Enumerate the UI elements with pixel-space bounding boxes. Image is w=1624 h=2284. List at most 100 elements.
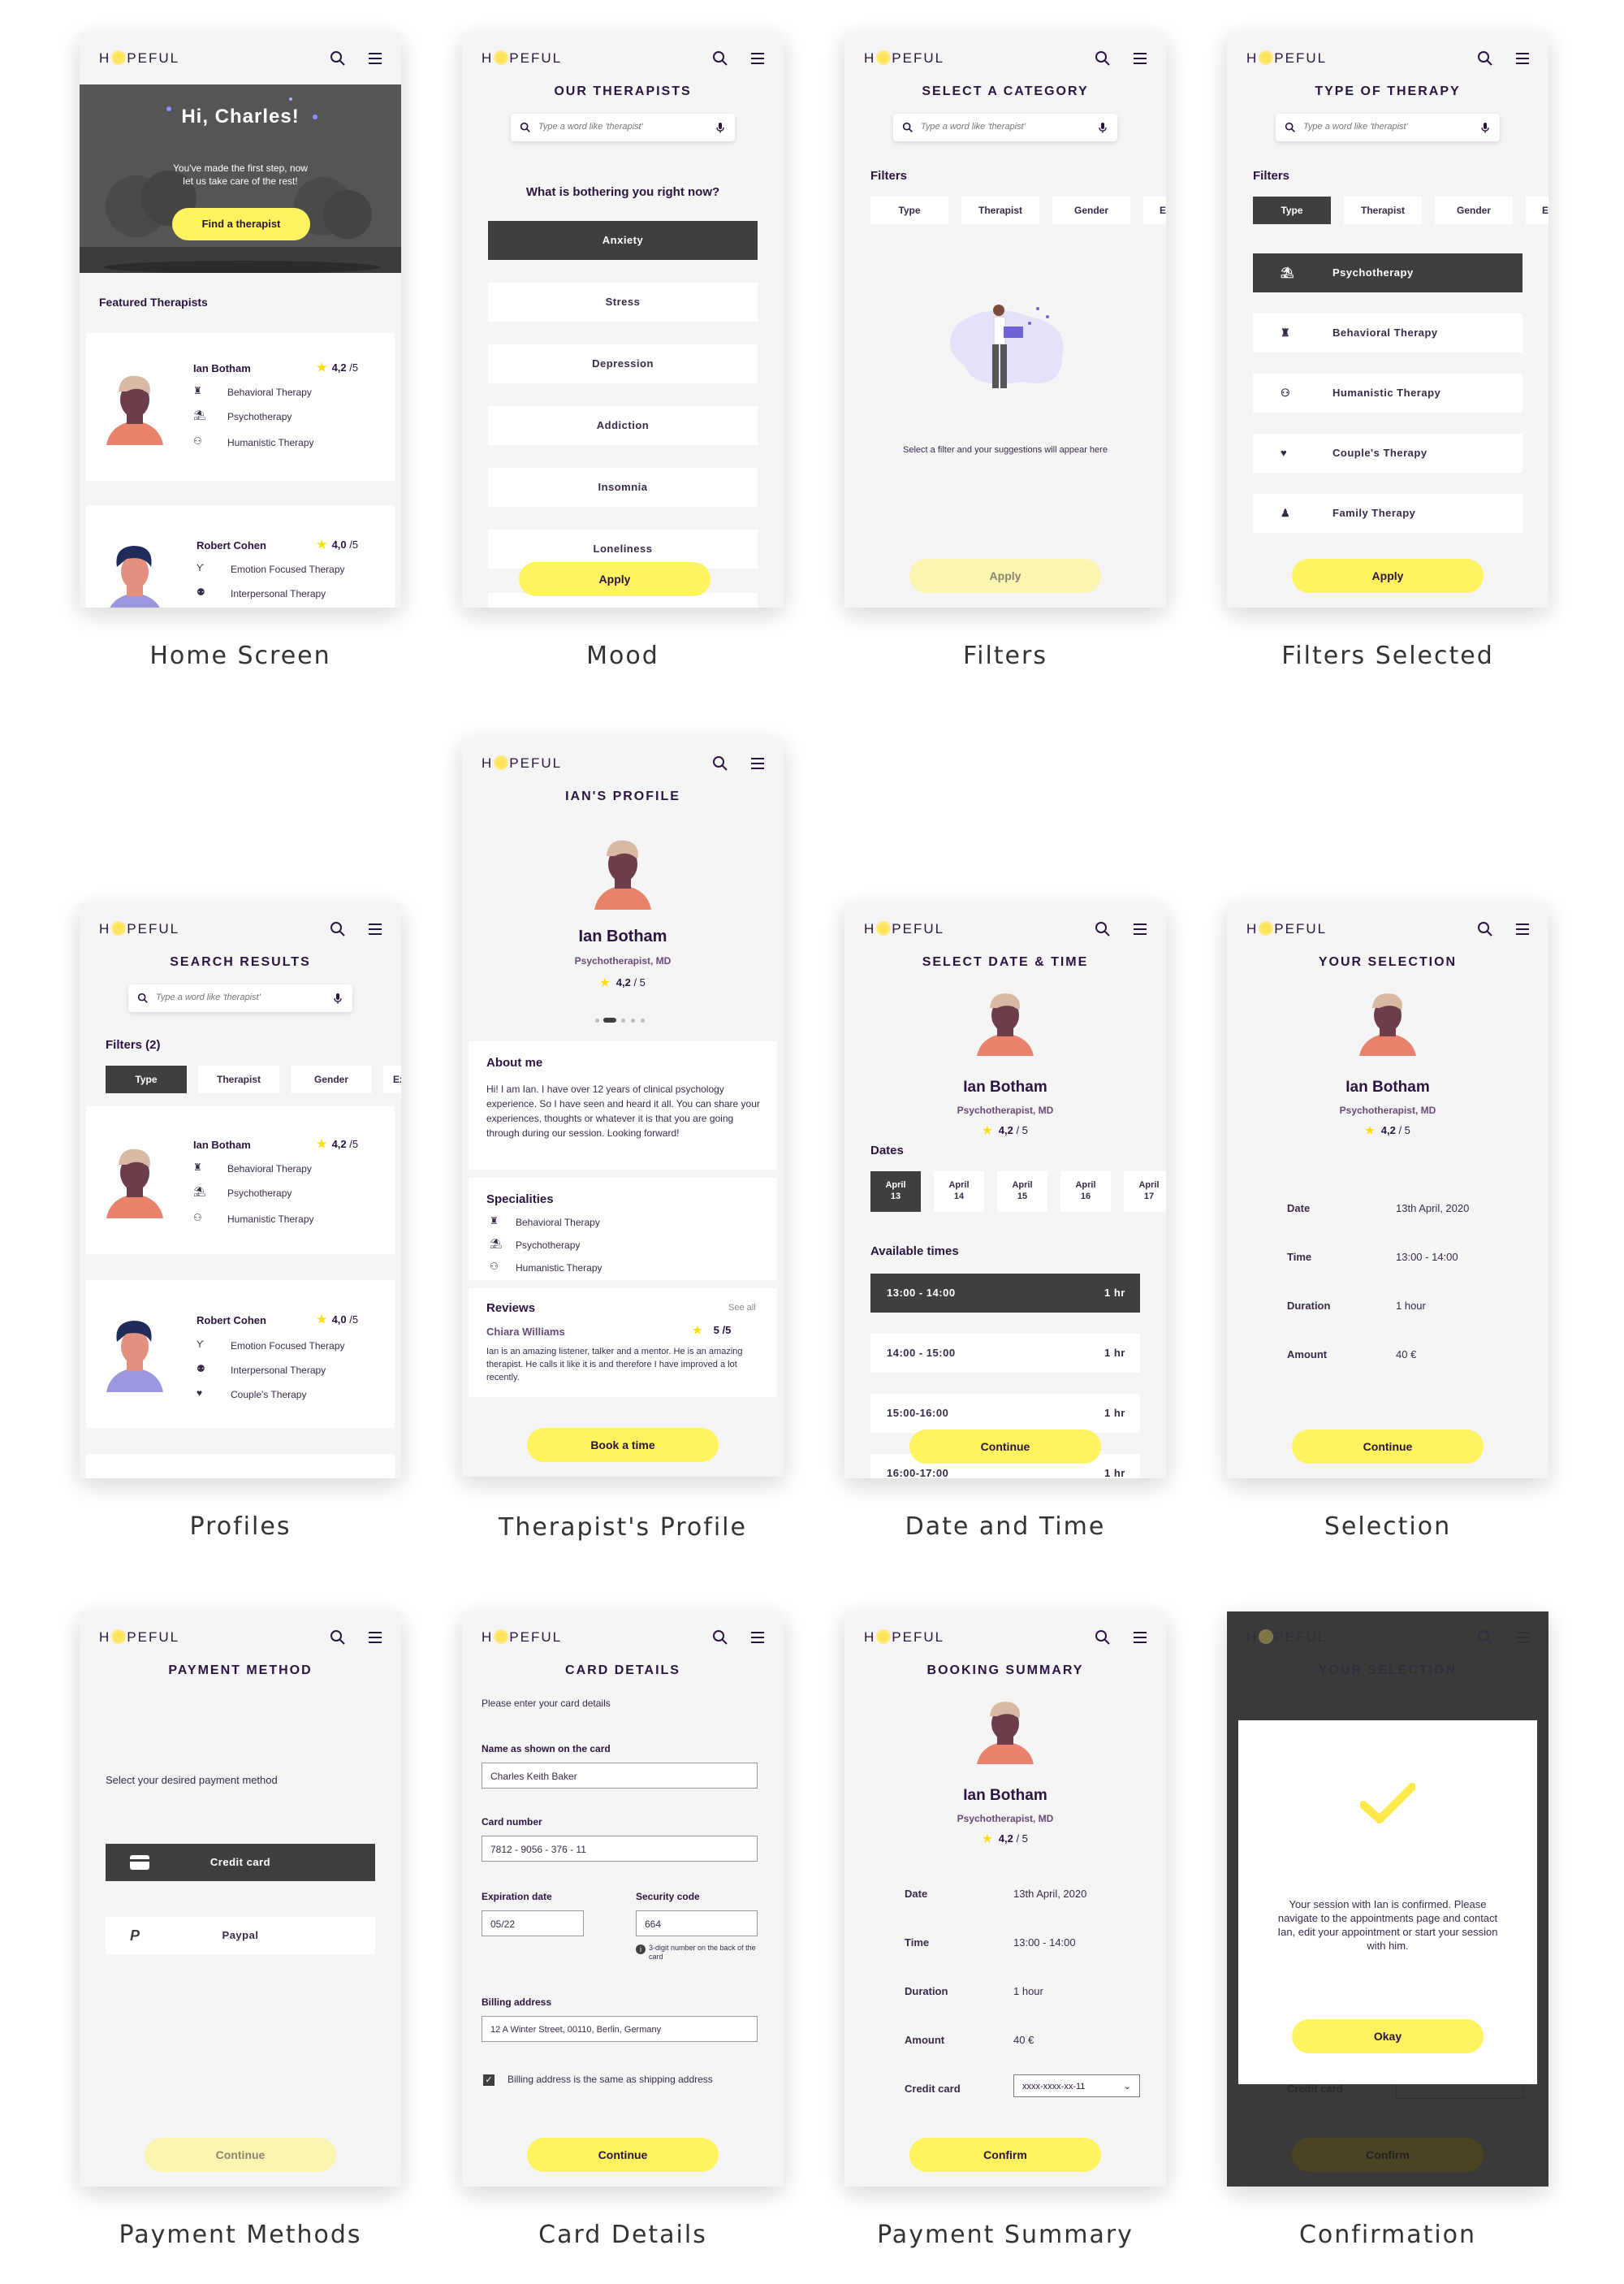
expiration-field[interactable]: 05/22 <box>482 1910 584 1936</box>
logo[interactable]: H PEFUL <box>864 921 944 937</box>
search-icon[interactable] <box>710 1628 730 1647</box>
billing-address-field[interactable]: 12 A Winter Street, 00110, Berlin, Germa… <box>482 2016 758 2042</box>
continue-button[interactable]: Continue <box>909 1430 1101 1464</box>
filter-chip-gender[interactable]: Gender <box>1052 197 1130 224</box>
logo[interactable]: H PEFUL <box>99 921 179 937</box>
credit-card-select[interactable]: xxxx-xxxx-xx-11 ⌄ <box>1013 2074 1140 2097</box>
search-input[interactable]: Type a word like 'therapist' <box>128 984 352 1012</box>
logo[interactable]: H PEFUL <box>1246 50 1327 67</box>
filter-chip-type[interactable]: Type <box>870 197 948 224</box>
search-icon[interactable] <box>1093 49 1112 68</box>
time-slot[interactable]: 15:00-16:00 1 hr <box>870 1394 1140 1433</box>
filter-chip-gender[interactable]: Gender <box>291 1066 372 1093</box>
apply-button[interactable]: Apply <box>909 559 1101 593</box>
book-time-button[interactable]: Book a time <box>527 1428 719 1462</box>
okay-button[interactable]: Okay <box>1292 2019 1484 2053</box>
about-heading: About me <box>486 1056 543 1070</box>
filter-chip-type[interactable]: Type <box>1253 197 1331 224</box>
apply-button[interactable]: Apply <box>1292 559 1484 593</box>
time-slot[interactable]: 14:00 - 15:00 1 hr <box>870 1334 1140 1373</box>
mood-option-depression[interactable]: Depression <box>488 344 758 383</box>
therapist-card[interactable]: Ian Botham ★ 4,2 /5 ♜ Behavioral Therapy … <box>86 1106 395 1254</box>
menu-icon[interactable] <box>1513 919 1532 939</box>
mood-option-anxiety[interactable]: Anxiety <box>488 221 758 260</box>
filter-chip-therapist[interactable]: Therapist <box>1344 197 1422 224</box>
logo[interactable]: H PEFUL <box>482 1629 562 1646</box>
therapist-card[interactable]: Robert Cohen ★ 4,0 /5 Ƴ Emotion Focused T… <box>86 1280 395 1428</box>
microphone-icon[interactable] <box>714 121 727 134</box>
logo[interactable]: H PEFUL <box>864 50 944 67</box>
menu-icon[interactable] <box>748 754 767 773</box>
filter-chip-type[interactable]: Type <box>106 1066 187 1093</box>
search-icon[interactable] <box>328 49 348 68</box>
see-all-link[interactable]: See all <box>728 1303 756 1313</box>
date-chip[interactable]: April 16 <box>1060 1171 1111 1212</box>
search-icon[interactable] <box>328 919 348 939</box>
continue-button[interactable]: Continue <box>1292 1430 1484 1464</box>
logo[interactable]: H PEFUL <box>864 1629 944 1646</box>
filter-chip-therapist[interactable]: Therapist <box>961 197 1039 224</box>
security-code-field[interactable]: 664 <box>636 1910 758 1936</box>
mood-option-insomnia[interactable]: Insomnia <box>488 468 758 507</box>
search-input[interactable]: Type a word like 'therapist' <box>1276 114 1500 141</box>
menu-icon[interactable] <box>365 919 385 939</box>
find-therapist-button[interactable]: Find a therapist <box>172 208 310 240</box>
search-icon[interactable] <box>1093 1628 1112 1647</box>
date-chip[interactable]: April 14 <box>934 1171 984 1212</box>
filter-chip-gender[interactable]: Gender <box>1435 197 1513 224</box>
phone-frame: H PEFUL OUR THERAPISTS Type a word like '… <box>462 32 784 608</box>
menu-icon[interactable] <box>748 1628 767 1647</box>
date-chip[interactable]: April 15 <box>997 1171 1047 1212</box>
carousel-dots[interactable] <box>595 1017 660 1023</box>
microphone-icon[interactable] <box>1479 121 1492 134</box>
logo[interactable]: H PEFUL <box>1246 921 1327 937</box>
search-input[interactable]: Type a word like 'therapist' <box>511 114 735 141</box>
time-slot-selected[interactable]: 13:00 - 14:00 1 hr <box>870 1274 1140 1313</box>
filter-chip-more[interactable]: Ex <box>1143 197 1166 224</box>
menu-icon[interactable] <box>1130 49 1150 68</box>
menu-icon[interactable] <box>1130 919 1150 939</box>
search-icon[interactable] <box>710 754 730 773</box>
credit-card-option[interactable]: Credit card <box>106 1844 375 1881</box>
therapy-option-psychotherapy[interactable]: ⛱ Psychotherapy <box>1253 253 1522 292</box>
confirm-button[interactable]: Confirm <box>909 2138 1101 2172</box>
continue-button[interactable]: Continue <box>527 2138 719 2172</box>
search-icon[interactable] <box>710 49 730 68</box>
menu-icon[interactable] <box>1513 49 1532 68</box>
search-icon[interactable] <box>1475 49 1495 68</box>
search-icon[interactable] <box>328 1628 348 1647</box>
search-icon[interactable] <box>1475 919 1495 939</box>
continue-button[interactable]: Continue <box>145 2138 336 2172</box>
microphone-icon[interactable] <box>331 992 344 1005</box>
card-number-field[interactable]: 7812 - 9056 - 376 - 11 <box>482 1836 758 1862</box>
apply-button[interactable]: Apply <box>519 562 710 596</box>
therapist-card[interactable]: Robert Cohen ★ 4,0 /5 Ƴ Emotion Focused T… <box>86 505 395 608</box>
menu-icon[interactable] <box>365 1628 385 1647</box>
logo[interactable]: H PEFUL <box>99 50 179 67</box>
menu-icon[interactable] <box>1130 1628 1150 1647</box>
menu-icon[interactable] <box>365 49 385 68</box>
therapy-option-couples[interactable]: ♥ Couple's Therapy <box>1253 434 1522 473</box>
mood-option-stress[interactable]: Stress <box>488 283 758 322</box>
therapy-option-humanistic[interactable]: ⚇ Humanistic Therapy <box>1253 374 1522 413</box>
mood-option-addiction[interactable]: Addiction <box>488 406 758 445</box>
microphone-icon[interactable] <box>1096 121 1109 134</box>
menu-icon[interactable] <box>748 49 767 68</box>
paypal-option[interactable]: P Paypal <box>106 1917 375 1954</box>
search-input[interactable]: Type a word like 'therapist' <box>893 114 1117 141</box>
logo[interactable]: H PEFUL <box>99 1629 179 1646</box>
search-icon[interactable] <box>1093 919 1112 939</box>
filter-chip-more[interactable]: Ex <box>1526 197 1548 224</box>
logo[interactable]: H PEFUL <box>482 50 562 67</box>
therapy-option-behavioral[interactable]: ♜ Behavioral Therapy <box>1253 314 1522 353</box>
filter-chip-more[interactable]: Ex <box>383 1066 401 1093</box>
date-chip-selected[interactable]: April 13 <box>870 1171 921 1212</box>
date-chip[interactable]: April 17 <box>1124 1171 1166 1212</box>
logo[interactable]: H PEFUL <box>482 755 562 772</box>
therapist-card[interactable] <box>86 1454 395 1478</box>
therapy-option-family[interactable]: ♟ Family Therapy <box>1253 494 1522 533</box>
checkbox-checked-icon[interactable]: ✓ <box>483 2074 495 2086</box>
cardholder-name-field[interactable]: Charles Keith Baker <box>482 1763 758 1789</box>
filter-chip-therapist[interactable]: Therapist <box>198 1066 279 1093</box>
therapist-card[interactable]: Ian Botham ★ 4,2 /5 ♜ Behavioral Therapy … <box>86 333 395 481</box>
